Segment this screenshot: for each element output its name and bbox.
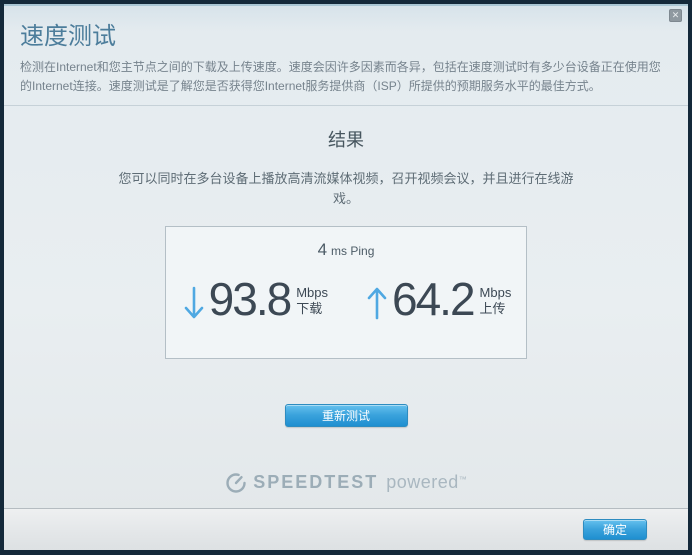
retest-button[interactable]: 重新测试 <box>284 404 408 428</box>
ping-row: 4 ms Ping <box>166 240 526 260</box>
speed-test-dialog: ✕ 速度测试 检测在Internet和您主节点之间的下载及上传速度。速度会因许多… <box>4 4 688 550</box>
speeds-row: 93.8 Mbps 下载 64.2 Mbps 上传 <box>166 272 526 326</box>
download-speed: 93.8 Mbps 下载 <box>181 272 328 326</box>
ping-unit: ms Ping <box>331 244 375 259</box>
download-label: 下载 <box>296 301 323 317</box>
download-unit: Mbps <box>296 284 328 300</box>
results-section: 结果 您可以同时在多台设备上播放高清流媒体视频，召开视频会议，并且进行在线游戏。… <box>4 126 688 493</box>
dialog-header: 速度测试 检测在Internet和您主节点之间的下载及上传速度。速度会因许多因素… <box>4 6 688 107</box>
dialog-footer: 确定 <box>4 508 688 550</box>
speedtest-branding: SPEEDTEST powered ™ <box>4 471 688 493</box>
upload-speed: 64.2 Mbps 上传 <box>364 272 511 326</box>
upload-label: 上传 <box>479 301 506 317</box>
powered-label: powered <box>386 471 459 492</box>
upload-unit: Mbps <box>479 284 512 300</box>
ping-value: 4 <box>317 240 328 260</box>
results-heading: 结果 <box>328 130 364 151</box>
upload-units: Mbps 上传 <box>480 285 512 318</box>
trademark-symbol: ™ <box>458 475 467 485</box>
download-units: Mbps 下载 <box>296 285 328 318</box>
results-summary: 您可以同时在多台设备上播放高清流媒体视频，召开视频会议，并且进行在线游戏。 <box>118 171 574 206</box>
speed-result-box: 4 ms Ping 93.8 Mbps 下载 64.2 Mbps 上传 <box>165 226 527 360</box>
upload-value: 64.2 <box>392 273 476 326</box>
ok-button[interactable]: 确定 <box>583 519 647 540</box>
close-icon[interactable]: ✕ <box>669 9 682 22</box>
speedtest-wordmark: SPEEDTEST <box>253 471 379 492</box>
dialog-description: 检测在Internet和您主节点之间的下载及上传速度。速度会因许多因素而各异，包… <box>20 60 661 93</box>
upload-arrow-icon <box>364 284 390 322</box>
download-arrow-icon <box>181 284 207 322</box>
page-title: 速度测试 <box>20 23 116 50</box>
download-value: 93.8 <box>208 273 293 326</box>
speedtest-gauge-icon <box>225 471 247 493</box>
